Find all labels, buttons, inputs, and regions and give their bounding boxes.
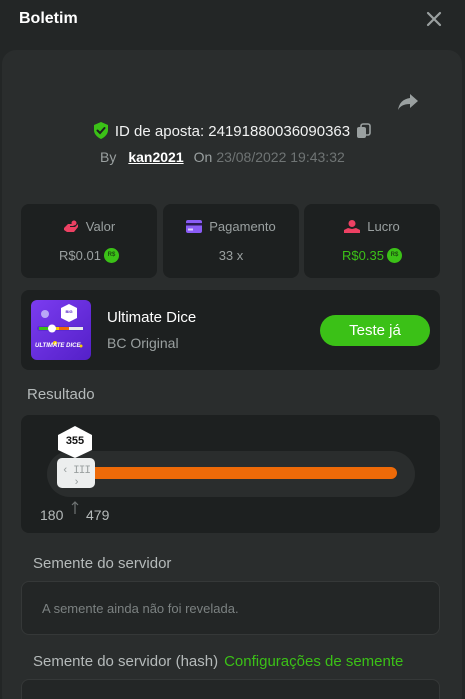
stat-pagamento: Pagamento 33 x — [163, 204, 299, 278]
thumb-label: ULTIMATE DICE — [35, 343, 81, 349]
shield-check-icon — [93, 122, 108, 139]
hash-row: Semente do servidor (hash) Configurações … — [33, 653, 403, 670]
share-icon[interactable] — [397, 92, 419, 112]
stat-pagamento-label: Pagamento — [209, 219, 276, 234]
game-card: BIG ULTIMATE DICE Ultimate Dice BC Origi… — [21, 290, 440, 370]
card-icon — [186, 220, 203, 233]
result-range-bar — [75, 467, 397, 479]
hash-label: Semente do servidor (hash) — [33, 653, 219, 670]
game-name: Ultimate Dice — [107, 309, 197, 326]
stat-lucro-value: R$0.35 — [342, 248, 384, 263]
seed-settings-link[interactable]: Configurações de semente — [224, 653, 403, 670]
stat-valor-value: R$0.01 — [59, 248, 101, 263]
thumb-badge: BIG — [65, 309, 73, 314]
try-game-button[interactable]: Teste já — [320, 315, 430, 346]
game-thumbnail: BIG ULTIMATE DICE — [31, 300, 91, 360]
result-value: 355 — [65, 435, 85, 447]
bet-id: ID de aposta: 24191880036090363 — [114, 123, 351, 140]
game-subtitle: BC Original — [107, 335, 179, 351]
bet-id-row: ID de aposta: 24191880036090363 — [0, 122, 465, 140]
handle-grip-icon: ‹ III › — [61, 465, 91, 489]
close-icon[interactable] — [424, 9, 444, 29]
result-box: ‹ III › 355 180 479 — [21, 415, 440, 533]
range-low: 180 — [40, 507, 64, 523]
stat-valor-label: Valor — [85, 219, 116, 234]
stat-lucro-label: Lucro — [367, 219, 400, 234]
result-value-bubble: 355 — [56, 425, 94, 459]
range-high: 479 — [86, 507, 110, 523]
arrow-up-icon — [71, 501, 79, 514]
currency-icon: R$ — [103, 248, 119, 263]
on-label: On — [193, 149, 213, 165]
stat-pagamento-value: 33 x — [218, 248, 244, 263]
result-label: Resultado — [27, 386, 95, 403]
profit-hand-icon — [344, 219, 361, 233]
server-seed-label: Semente do servidor — [33, 555, 172, 572]
bet-meta-row: By kan2021 On 23/08/2022 19:43:32 — [100, 149, 345, 165]
copy-icon[interactable] — [356, 123, 372, 139]
server-seed-field[interactable]: A semente ainda não foi revelada. — [21, 581, 440, 635]
bet-date: 23/08/2022 19:43:32 — [216, 149, 345, 165]
header: Boletim — [0, 0, 465, 40]
dice-game-art-icon — [37, 304, 85, 348]
hash-field[interactable] — [21, 679, 440, 699]
stat-valor: Valor R$0.01 R$ — [21, 204, 157, 278]
stat-lucro: Lucro R$0.35 R$ — [304, 204, 440, 278]
server-seed-placeholder: A semente ainda não foi revelada. — [42, 601, 239, 616]
slider-handle[interactable]: ‹ III › — [57, 458, 95, 489]
page-title: Boletim — [19, 10, 78, 27]
by-label: By — [100, 149, 117, 165]
currency-icon: R$ — [386, 248, 402, 263]
user-link[interactable]: kan2021 — [128, 149, 183, 165]
bet-hand-icon — [63, 220, 78, 232]
